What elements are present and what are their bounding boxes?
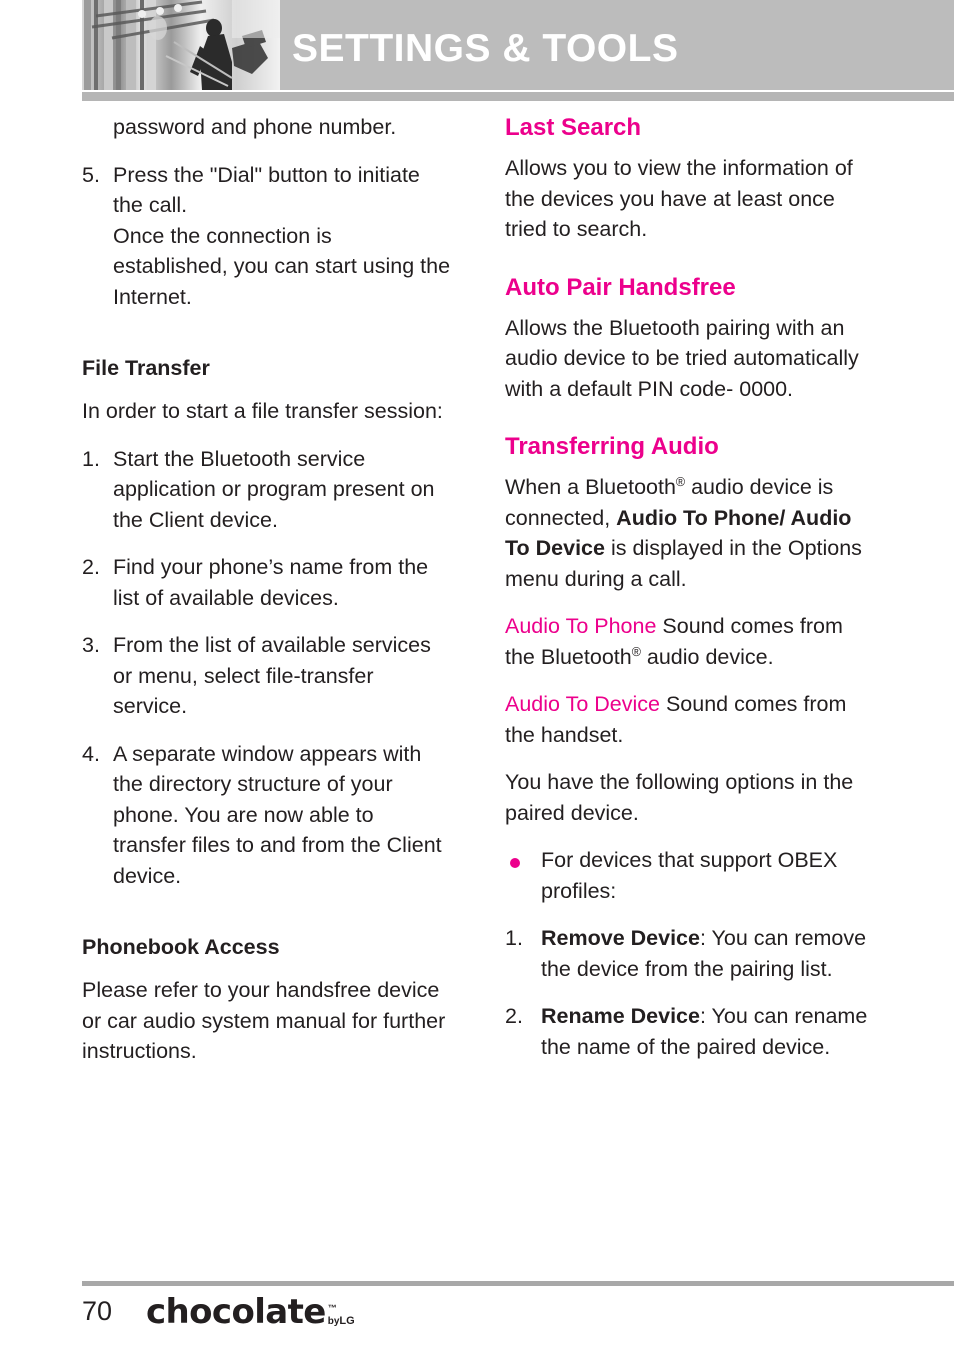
list-item: 3. From the list of available services o… <box>82 630 452 722</box>
list-item: 4. A separate window appears with the di… <box>82 739 452 892</box>
list-text: Find your phone’s name from the list of … <box>113 555 429 610</box>
list-text: Start the Bluetooth service application … <box>113 446 435 532</box>
phonebook-access-body: Please refer to your handsfree device or… <box>82 978 446 1063</box>
list-item: 1. Remove Device: You can remove the dev… <box>505 923 875 984</box>
heading-phonebook-access: Phonebook Access <box>82 935 280 959</box>
page-number: 70 <box>82 1296 113 1326</box>
list-number: 5. <box>82 162 100 187</box>
trademark-icon: ™ <box>327 1303 337 1313</box>
audio-to-phone-text2: audio device. <box>640 644 774 669</box>
heading-last-search: Last Search <box>505 114 642 141</box>
continued-paragraph: password and phone number. <box>113 115 397 139</box>
list-number: 2. <box>82 555 100 579</box>
paired-device-options-list: 1. Remove Device: You can remove the dev… <box>505 923 875 1062</box>
registered-trademark-icon: ® <box>675 474 686 489</box>
list-number: 3. <box>82 633 100 657</box>
registered-trademark-icon: ® <box>631 644 641 659</box>
logo-by-lg: byLG <box>328 1315 355 1327</box>
list-number: 1. <box>82 446 100 471</box>
file-transfer-intro: In order to start a file transfer sessio… <box>82 399 443 423</box>
list-number: 4. <box>82 741 100 766</box>
list-item: 2. Rename Device: You can rename the nam… <box>505 1001 875 1062</box>
file-transfer-step-list: 1. Start the Bluetooth service applicati… <box>82 444 452 892</box>
option-bold-term: Rename Device <box>541 1004 700 1028</box>
list-text-line1: Press the "Dial" button to initiate the … <box>113 162 420 218</box>
page-header: SETTINGS & TOOLS <box>0 0 954 92</box>
header-divider-rule <box>82 92 954 101</box>
audio-to-device-paragraph: Audio To Device Sound comes from the han… <box>505 689 875 750</box>
logo-wordmark: chocolate <box>146 1292 326 1332</box>
options-intro: You have the following options in the pa… <box>505 770 854 825</box>
last-search-body: Allows you to view the information of th… <box>505 156 853 241</box>
option-bold-term: Remove Device <box>541 926 700 950</box>
dial-step-list: 5. Press the "Dial" button to initiate t… <box>82 160 452 313</box>
list-item: 5. Press the "Dial" button to initiate t… <box>82 160 452 313</box>
audio-to-phone-label: Audio To Phone <box>505 614 657 638</box>
audio-to-device-label: Audio To Device <box>505 692 660 716</box>
left-column: password and phone number. 5. Press the … <box>82 112 452 1084</box>
list-item: 1. Start the Bluetooth service applicati… <box>82 444 452 536</box>
list-item: For devices that support OBEX profiles: <box>505 845 875 906</box>
chocolate-logo: chocolate ™ byLG <box>146 1292 364 1332</box>
logo-marks: ™ byLG <box>328 1298 364 1332</box>
intro-text-part1: When a Bluetooth <box>505 475 676 499</box>
obex-bullet-list: For devices that support OBEX profiles: <box>505 845 875 906</box>
auto-pair-body: Allows the Bluetooth pairing with an aud… <box>505 315 859 401</box>
right-column: Last Search Allows you to view the infor… <box>505 112 875 1079</box>
list-text: A separate window appears with the direc… <box>113 741 442 888</box>
list-text: For devices that support OBEX profiles: <box>541 848 838 903</box>
footer-divider-rule <box>82 1281 954 1286</box>
bullet-dot-icon <box>510 858 520 868</box>
audio-to-phone-paragraph: Audio To Phone Sound comes from the Blue… <box>505 611 875 672</box>
list-item: 2. Find your phone’s name from the list … <box>82 552 452 613</box>
header-photo-image <box>82 0 280 90</box>
heading-file-transfer: File Transfer <box>82 356 210 380</box>
logo-lg-text: LG <box>339 1315 355 1327</box>
header-photo <box>82 0 280 90</box>
heading-auto-pair-handsfree: Auto Pair Handsfree <box>505 273 736 301</box>
list-text: From the list of available services or m… <box>113 633 431 718</box>
transferring-audio-intro: When a Bluetooth® audio device is connec… <box>505 472 875 594</box>
list-text-line2: Once the connection is established, you … <box>113 223 451 309</box>
list-number: 1. <box>505 926 523 950</box>
page-title: SETTINGS & TOOLS <box>292 27 679 70</box>
list-number: 2. <box>505 1004 523 1028</box>
logo-by-text: by <box>327 1316 340 1327</box>
page-footer: 70 chocolate ™ byLG <box>82 1292 954 1338</box>
heading-transferring-audio: Transferring Audio <box>505 433 719 460</box>
